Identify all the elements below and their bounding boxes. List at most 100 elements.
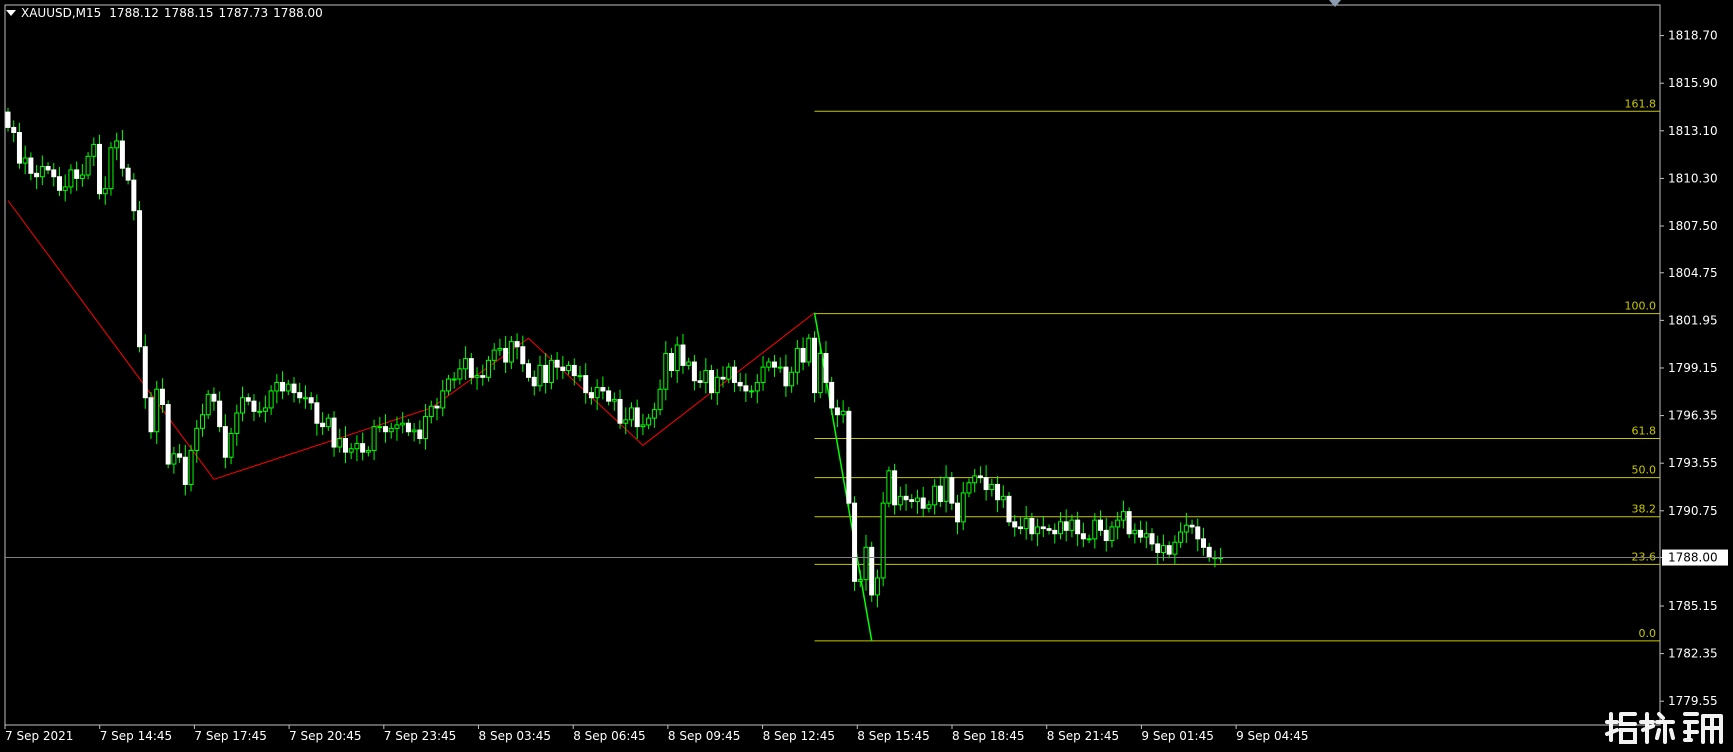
fibonacci-retracement[interactable]: 161.8 100.0 61.8 50.0 38.2 23.6 0.0 <box>814 97 1660 642</box>
candle <box>411 423 417 442</box>
chart-frame <box>4 4 1661 726</box>
candle <box>1035 518 1041 547</box>
candle <box>674 336 680 383</box>
candle <box>302 385 308 409</box>
candle-body <box>1166 545 1172 555</box>
candle <box>503 336 509 374</box>
candle <box>892 463 898 515</box>
candle <box>937 476 943 508</box>
candle <box>1189 519 1195 534</box>
candle <box>142 334 148 409</box>
candle-body <box>709 370 715 394</box>
candle <box>840 400 846 424</box>
candle <box>812 331 818 403</box>
candle-body <box>211 393 217 402</box>
candle <box>34 164 40 190</box>
candle <box>783 354 789 397</box>
candle-body <box>5 111 11 128</box>
candle <box>800 337 806 371</box>
candle-body <box>108 147 114 190</box>
candle-body <box>1172 541 1178 555</box>
candle-body <box>783 366 789 387</box>
candle-body <box>474 375 480 378</box>
candle <box>1195 518 1201 552</box>
candle-body <box>566 364 572 372</box>
candle-body <box>97 143 103 195</box>
candle <box>79 163 85 187</box>
candle <box>125 163 131 185</box>
candle <box>28 152 34 181</box>
candle-body <box>600 387 606 392</box>
price-chart[interactable]: 161.8100.061.850.038.223.60.0 1818.70181… <box>0 0 1733 752</box>
candle <box>337 428 343 453</box>
candle <box>131 173 137 221</box>
symbol-timeframe: XAUUSD,M15 <box>21 6 102 20</box>
candle <box>548 354 554 390</box>
candle-body <box>634 407 640 428</box>
price-label: 1810.30 <box>1668 171 1718 185</box>
candle-body <box>348 448 354 453</box>
candle <box>388 422 394 439</box>
candle <box>1132 523 1138 544</box>
chart-window[interactable]: 161.8 100.0 61.8 50.0 38.2 23.6 0.0 1818.70 181… <box>0 0 1733 752</box>
candle-body <box>1103 529 1109 542</box>
candle <box>1138 520 1144 543</box>
candle-body <box>834 407 840 416</box>
candle <box>846 407 852 508</box>
candle <box>697 371 703 389</box>
candle <box>983 465 989 501</box>
candle <box>617 389 623 429</box>
chart-shift-marker[interactable] <box>1329 0 1341 7</box>
candle-body <box>137 210 143 348</box>
candle <box>394 416 400 441</box>
candle <box>1160 534 1166 561</box>
candle-body <box>194 427 200 451</box>
candle <box>11 120 17 143</box>
candle-body <box>491 349 497 361</box>
candle <box>714 368 720 406</box>
candle-body <box>771 361 777 368</box>
candle <box>611 392 617 411</box>
candle-body <box>583 375 589 394</box>
candle-body <box>199 414 205 429</box>
candle <box>686 357 692 370</box>
chart-menu-icon[interactable] <box>6 10 16 16</box>
candle <box>383 414 389 443</box>
candle-body <box>337 438 343 448</box>
candle-body <box>846 410 852 504</box>
candle <box>966 478 972 498</box>
candle-body <box>285 383 291 392</box>
candle <box>463 346 469 380</box>
candle-body <box>869 546 875 596</box>
candle <box>245 393 251 406</box>
candle-body <box>423 415 429 440</box>
candle-body <box>909 499 915 502</box>
candle <box>920 486 926 517</box>
candle-body <box>1046 528 1052 531</box>
high-price: 1788.15 <box>163 6 214 20</box>
candle-body <box>451 378 457 381</box>
candle <box>903 483 909 511</box>
candle <box>972 468 978 493</box>
candle-body <box>445 378 451 392</box>
candle <box>1040 515 1046 537</box>
candle <box>39 155 45 186</box>
candle-body <box>526 363 532 378</box>
candle-body <box>114 140 120 149</box>
fib-level-label: 100.0 <box>1625 300 1657 313</box>
candle-body <box>743 385 749 392</box>
candle-body <box>365 449 371 453</box>
candle <box>1046 524 1052 535</box>
candle <box>1149 528 1155 551</box>
candle <box>308 392 314 410</box>
candle-body <box>777 366 783 369</box>
candle <box>960 481 966 531</box>
candle <box>606 386 612 406</box>
candle-body <box>680 344 686 366</box>
candle <box>914 489 920 514</box>
candle <box>148 392 154 439</box>
price-label: 1779.55 <box>1668 694 1718 708</box>
candle-body <box>914 497 920 502</box>
candle-body <box>1138 529 1144 538</box>
candle <box>320 412 326 435</box>
